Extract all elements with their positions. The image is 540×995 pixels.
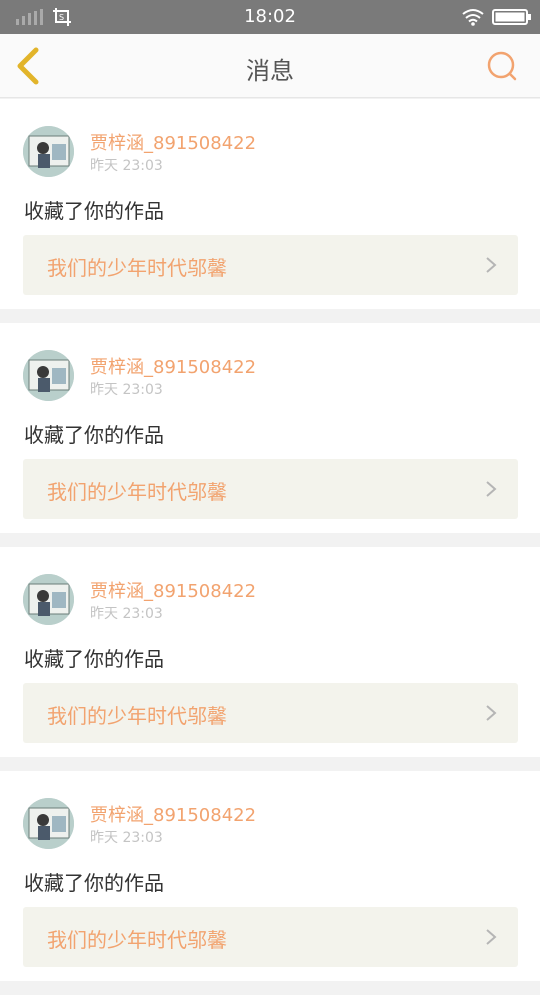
battery-icon — [492, 9, 531, 25]
chevron-right-icon — [486, 257, 497, 273]
avatar-image — [23, 574, 74, 625]
avatar[interactable] — [23, 350, 74, 401]
message-action: 收藏了你的作品 — [24, 423, 164, 447]
work-title: 我们的少年时代邬馨 — [47, 256, 227, 280]
work-title: 我们的少年时代邬馨 — [47, 704, 227, 728]
avatar-image — [23, 350, 74, 401]
chevron-right-icon — [486, 705, 497, 721]
work-title: 我们的少年时代邬馨 — [47, 928, 227, 952]
work-link[interactable]: 我们的少年时代邬馨 — [23, 683, 518, 743]
avatar[interactable] — [23, 126, 74, 177]
status-time: 18:02 — [244, 6, 296, 27]
message-time: 昨天 23:03 — [90, 606, 163, 622]
work-link[interactable]: 我们的少年时代邬馨 — [23, 907, 518, 967]
message-time: 昨天 23:03 — [90, 830, 163, 846]
avatar-image — [23, 798, 74, 849]
work-link[interactable]: 我们的少年时代邬馨 — [23, 235, 518, 295]
nav-header: 消息 — [0, 34, 540, 98]
message-card: 贾梓涵_891508422 昨天 23:03 收藏了你的作品 我们的少年时代邬馨 — [0, 771, 540, 981]
message-card: 贾梓涵_891508422 昨天 23:03 收藏了你的作品 我们的少年时代邬馨 — [0, 99, 540, 309]
avatar-image — [23, 126, 74, 177]
message-card: 贾梓涵_891508422 昨天 23:03 收藏了你的作品 我们的少年时代邬馨 — [0, 323, 540, 533]
username[interactable]: 贾梓涵_891508422 — [90, 801, 256, 827]
message-card: 贾梓涵_891508422 昨天 23:03 收藏了你的作品 我们的少年时代邬馨 — [0, 547, 540, 757]
avatar[interactable] — [23, 574, 74, 625]
username[interactable]: 贾梓涵_891508422 — [90, 129, 256, 155]
message-time: 昨天 23:03 — [90, 158, 163, 174]
message-time: 昨天 23:03 — [90, 382, 163, 398]
message-list: 贾梓涵_891508422 昨天 23:03 收藏了你的作品 我们的少年时代邬馨… — [0, 99, 540, 995]
message-action: 收藏了你的作品 — [24, 199, 164, 223]
avatar[interactable] — [23, 798, 74, 849]
search-icon[interactable] — [486, 50, 518, 82]
message-action: 收藏了你的作品 — [24, 647, 164, 671]
wifi-icon — [462, 9, 484, 26]
chevron-right-icon — [486, 481, 497, 497]
work-title: 我们的少年时代邬馨 — [47, 480, 227, 504]
work-link[interactable]: 我们的少年时代邬馨 — [23, 459, 518, 519]
username[interactable]: 贾梓涵_891508422 — [90, 353, 256, 379]
status-bar: S 18:02 — [0, 0, 540, 34]
page-title: 消息 — [246, 57, 294, 85]
username[interactable]: 贾梓涵_891508422 — [90, 577, 256, 603]
message-action: 收藏了你的作品 — [24, 871, 164, 895]
chevron-right-icon — [486, 929, 497, 945]
